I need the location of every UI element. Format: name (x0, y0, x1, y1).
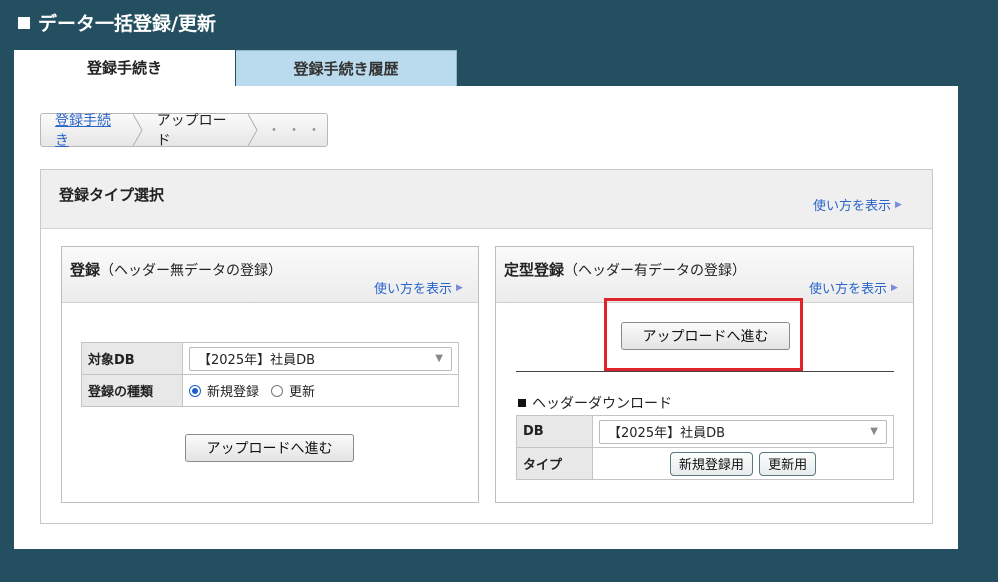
registration-kind-label: 登録の種類 (81, 374, 183, 407)
template-registration-title: 定型登録（ヘッダー有データの登録） (504, 259, 746, 280)
tab-registration-history[interactable]: 登録手続き履歴 (236, 50, 457, 86)
template-upload-button[interactable]: アップロードへ進む (621, 322, 790, 350)
plain-registration-header: 登録（ヘッダー無データの登録） 使い方を表示 ▶ (62, 247, 478, 303)
section-divider (516, 371, 894, 372)
triangle-right-icon: ▶ (895, 199, 902, 210)
download-new-registration-button[interactable]: 新規登録用 (669, 451, 753, 476)
breadcrumb-separator-icon (247, 114, 258, 146)
breadcrumb: 登録手続き アップロード ・・・ (40, 113, 328, 149)
template-registration-title-bold: 定型登録 (504, 261, 565, 279)
download-type-cell: 新規登録用 更新用 (592, 447, 894, 480)
triangle-right-icon: ▶ (891, 282, 898, 293)
breadcrumb-step-upload: アップロード (156, 113, 227, 149)
download-db-value: 【2025年】社員DB (608, 426, 726, 441)
howto-link-main-text: 使い方を表示 (813, 199, 892, 214)
radio-new-label[interactable]: 新規登録 (207, 381, 259, 400)
plain-registration-title: 登録（ヘッダー無データの登録） (70, 259, 282, 280)
howto-link-template-text: 使い方を表示 (809, 282, 888, 297)
download-db-cell: 【2025年】社員DB ▼ (592, 415, 894, 448)
header-download-title: ヘッダーダウンロード (518, 393, 672, 413)
radio-update[interactable] (271, 384, 284, 397)
howto-link-template[interactable]: 使い方を表示 ▶ (809, 278, 898, 297)
tab-registration[interactable]: 登録手続き (14, 50, 235, 86)
title-square-icon (18, 16, 30, 29)
download-type-label: タイプ (516, 447, 593, 480)
template-registration-panel: 定型登録（ヘッダー有データの登録） 使い方を表示 ▶ アップロードへ進む ヘッダ… (495, 246, 914, 503)
main-panel: 登録手続き アップロード ・・・ 登録タイプ選択 使い方を表示 ▶ 登録（ヘッダ… (14, 86, 958, 549)
download-update-button[interactable]: 更新用 (759, 451, 817, 476)
breadcrumb-step-registration[interactable]: 登録手続き (41, 113, 133, 149)
download-db-row: DB 【2025年】社員DB ▼ (516, 415, 894, 448)
registration-type-panel: 登録タイプ選択 使い方を表示 ▶ 登録（ヘッダー無データの登録） 使い方を表示 … (40, 169, 933, 524)
download-db-select[interactable]: 【2025年】社員DB ▼ (599, 419, 887, 444)
header-download-title-text: ヘッダーダウンロード (532, 396, 672, 412)
registration-type-header: 登録タイプ選択 使い方を表示 ▶ (41, 170, 932, 229)
download-type-row: タイプ 新規登録用 更新用 (516, 447, 894, 480)
radio-update-label[interactable]: 更新 (289, 381, 315, 400)
plain-registration-panel: 登録（ヘッダー無データの登録） 使い方を表示 ▶ 対象DB 【2025年】社員D… (61, 246, 479, 503)
howto-link-plain[interactable]: 使い方を表示 ▶ (374, 278, 463, 297)
dropdown-arrow-icon: ▼ (435, 353, 443, 364)
header-download-form: DB 【2025年】社員DB ▼ タイプ 新規登録用 更新用 (516, 415, 894, 480)
target-db-value: 【2025年】社員DB (198, 353, 316, 368)
target-db-select[interactable]: 【2025年】社員DB ▼ (189, 346, 452, 371)
target-db-row: 対象DB 【2025年】社員DB ▼ (81, 342, 459, 375)
plain-registration-title-note: （ヘッダー無データの登録） (100, 263, 283, 279)
template-registration-title-note: （ヘッダー有データの登録） (564, 263, 747, 279)
bullet-square-icon (518, 399, 526, 407)
triangle-right-icon: ▶ (456, 282, 463, 293)
dropdown-arrow-icon: ▼ (870, 426, 878, 437)
registration-type-title: 登録タイプ選択 (59, 186, 165, 204)
registration-kind-row: 登録の種類 新規登録 更新 (81, 374, 459, 407)
breadcrumb-step-next: ・・・ (267, 123, 328, 139)
plain-registration-title-bold: 登録 (70, 261, 101, 279)
howto-link-plain-text: 使い方を表示 (374, 282, 453, 297)
page-title-text: データ一括登録/更新 (38, 13, 216, 35)
target-db-cell: 【2025年】社員DB ▼ (182, 342, 459, 375)
howto-link-main[interactable]: 使い方を表示 ▶ (813, 195, 902, 214)
plain-upload-button[interactable]: アップロードへ進む (185, 434, 354, 462)
registration-kind-radios: 新規登録 更新 (189, 381, 452, 400)
download-db-label: DB (516, 415, 593, 448)
target-db-label: 対象DB (81, 342, 183, 375)
page-title: データ一括登録/更新 (18, 9, 216, 36)
plain-registration-form: 対象DB 【2025年】社員DB ▼ 登録の種類 新規登録 更新 (81, 342, 459, 407)
registration-kind-cell: 新規登録 更新 (182, 374, 459, 407)
breadcrumb-separator-icon (133, 114, 143, 146)
template-registration-header: 定型登録（ヘッダー有データの登録） 使い方を表示 ▶ (496, 247, 913, 303)
radio-new-registration[interactable] (189, 384, 201, 397)
